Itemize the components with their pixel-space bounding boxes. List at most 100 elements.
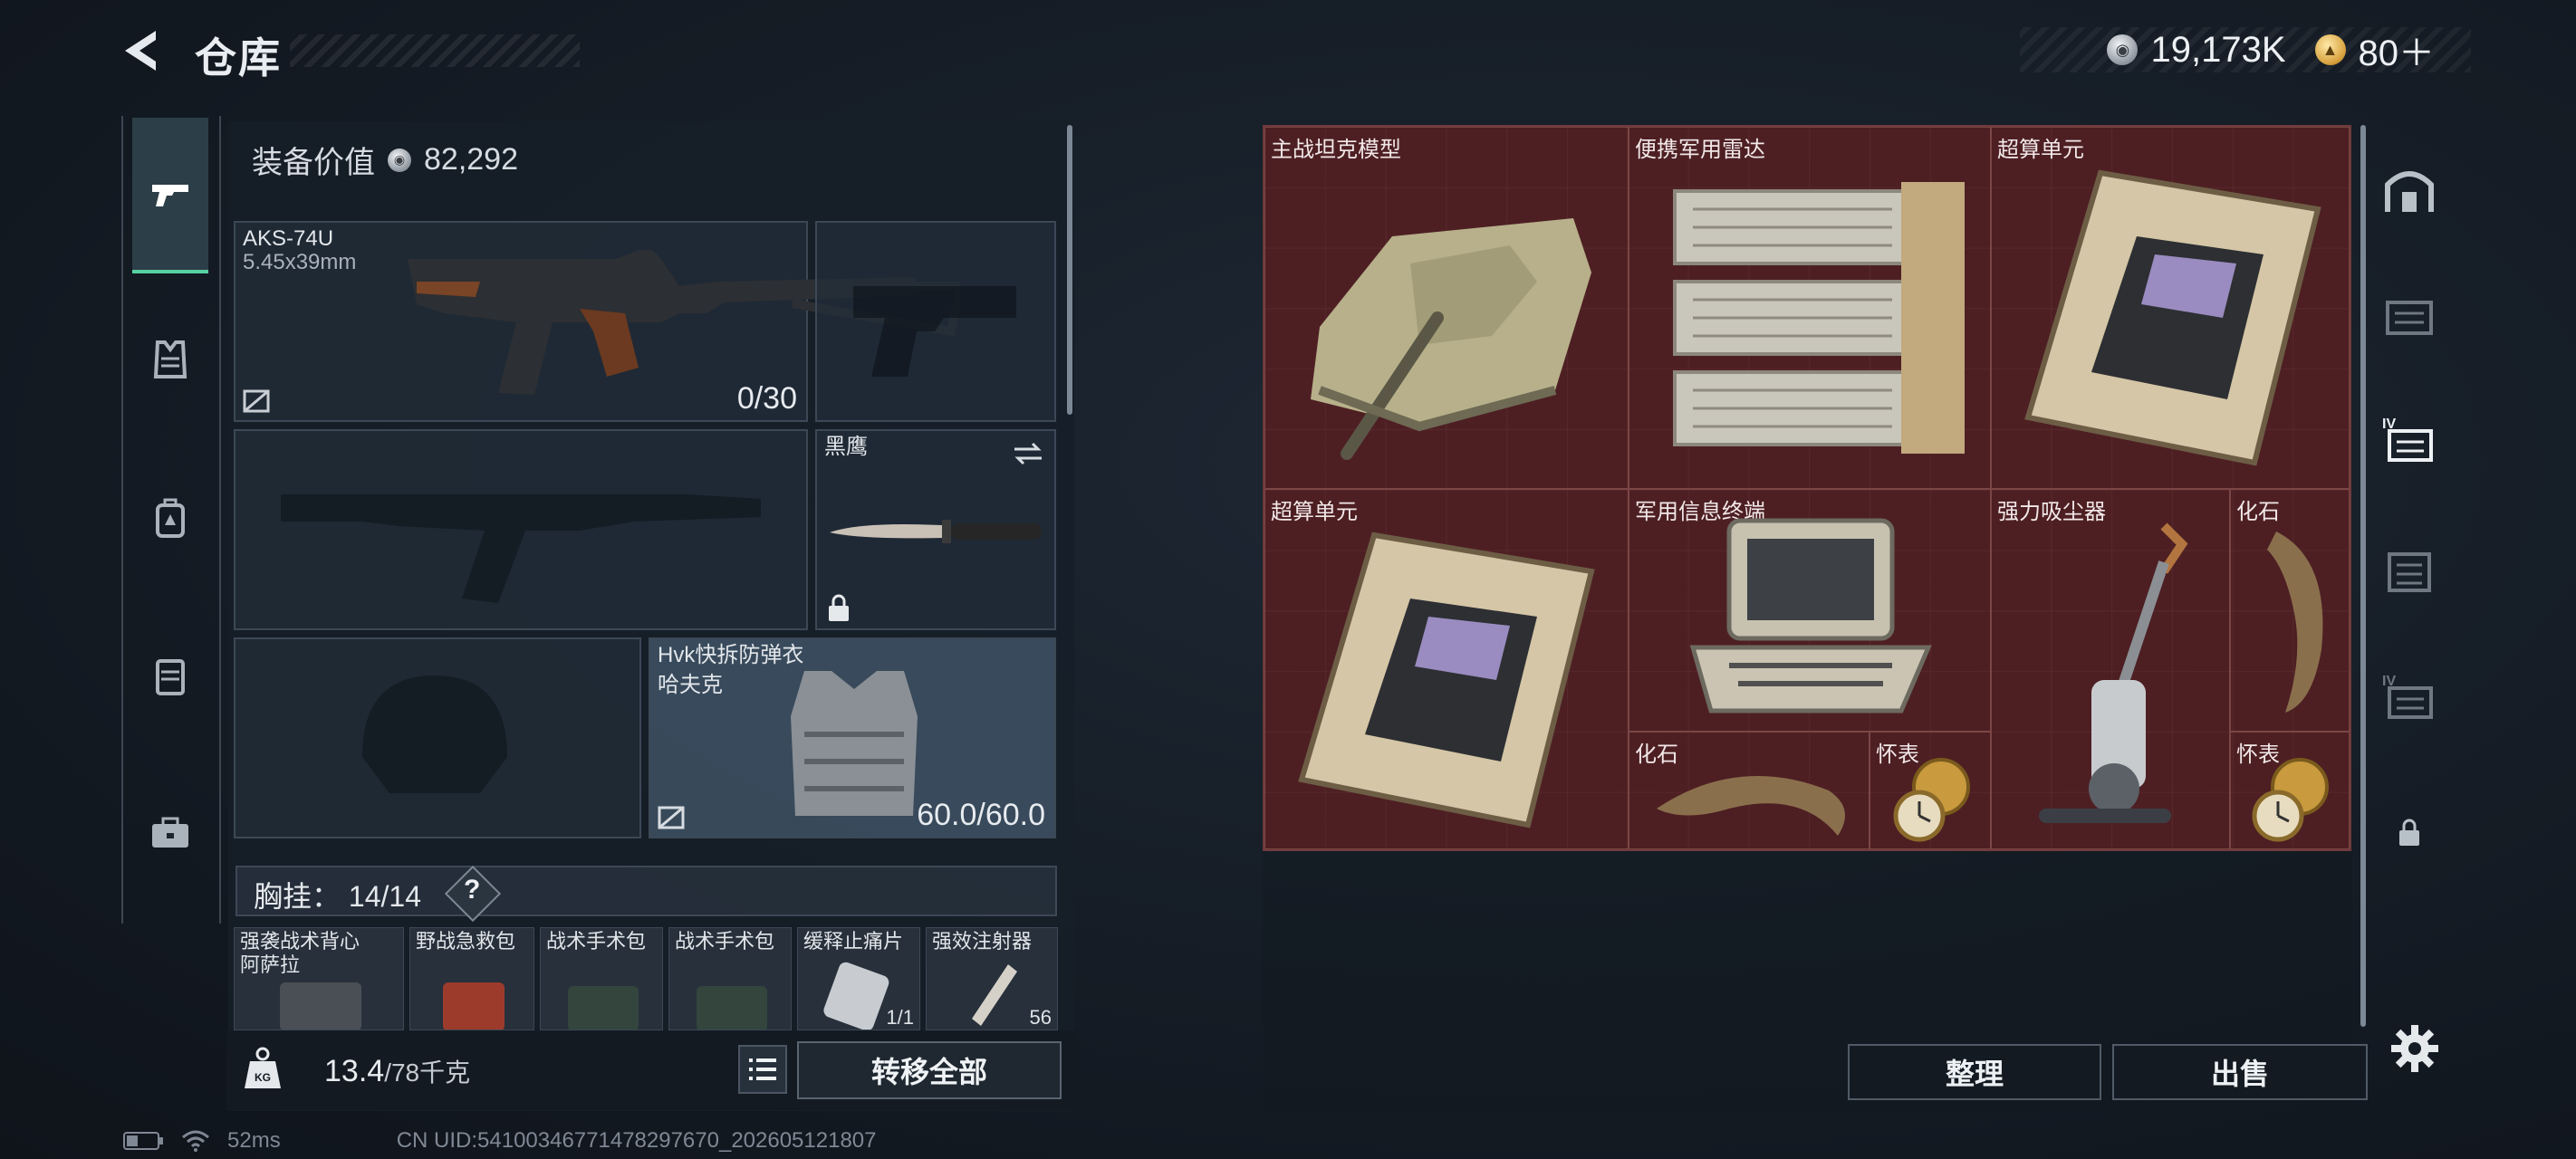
stash-item-radar[interactable]: 便携军用雷达 [1629, 127, 1991, 489]
weight-kg-icon: KG [245, 1047, 281, 1088]
melee-slot[interactable]: 黑鹰 [815, 429, 1056, 630]
carry-weight-value: 13.4 [324, 1054, 385, 1088]
sort-button[interactable]: 整理 [1848, 1044, 2101, 1100]
compute-unit-icon [2024, 169, 2321, 466]
stash-tab-iv-active[interactable]: IV [2382, 417, 2437, 471]
no-insure-icon [243, 389, 270, 413]
rig-item-label: 战术手术包 [675, 930, 775, 953]
list-view-button[interactable] [738, 1045, 787, 1094]
vest-icon [153, 340, 187, 378]
svg-text:KG: KG [255, 1071, 271, 1084]
stash-item-tank-model[interactable]: 主战坦克模型 [1264, 127, 1629, 489]
rig-item-injector[interactable]: 强效注射器 56 [926, 927, 1058, 1030]
equipment-value-amount: 82,292 [424, 142, 518, 177]
stash-item-fossil-1[interactable]: 化石 [2230, 489, 2350, 732]
rig-item-label: 强效注射器 [932, 930, 1033, 953]
first-aid-kit-icon [443, 982, 505, 1030]
primary-weapon-ammo-count: 0/30 [736, 381, 797, 416]
tab-weapons[interactable] [132, 118, 208, 273]
injector-icon [972, 964, 1017, 1026]
pocket-watch-icon [1893, 758, 1970, 842]
military-terminal-icon [1689, 518, 1932, 714]
secondary-weapon-slot[interactable] [234, 429, 808, 630]
backpack-icon [156, 498, 185, 538]
rig-item-surgical-1[interactable]: 战术手术包 [540, 927, 663, 1030]
surgical-kit-icon [697, 986, 767, 1030]
stash-item-supercomputer-2[interactable]: 超算单元 [1264, 489, 1629, 849]
tab-backpack[interactable] [132, 480, 208, 556]
rig-item-label: 缓释止痛片 [803, 930, 904, 953]
help-question-mark: ? [464, 875, 481, 905]
stash-tab-2[interactable] [2382, 290, 2437, 344]
gold-balance[interactable]: 80＋ [2359, 24, 2436, 76]
stash-item-pocket-watch-1[interactable]: 怀表 [1870, 732, 1991, 849]
stash-tab-iv-locked[interactable]: IV [2382, 674, 2437, 728]
fossil-claw-icon [1657, 776, 1845, 836]
swap-arrows-icon[interactable] [1011, 440, 1045, 467]
rig-item-count: 56 [1029, 1006, 1052, 1029]
rig-item-label: 战术手术包 [546, 930, 647, 953]
chest-rig-capacity: 14/14 [348, 880, 421, 913]
melee-name: 黑鹰 [824, 435, 868, 459]
stash-item-supercomputer-1[interactable]: 超算单元 [1991, 127, 2350, 489]
rifle-silhouette-icon [281, 494, 761, 603]
tab-container[interactable] [132, 637, 208, 714]
primary-weapon-name: AKS-74U [243, 226, 334, 251]
stash-item-info-terminal[interactable]: 军用信息终端 [1629, 489, 1991, 732]
armor-slot[interactable]: Hvk快拆防弹衣 哈夫克 60.0/60.0 [649, 637, 1056, 838]
equipment-value: 装备价值 ◉ 82,292 [252, 138, 518, 182]
gold-coin-icon: ▲ [2314, 34, 2346, 65]
rig-item-label: 强袭战术背心 [240, 930, 360, 953]
primary-weapon-slot[interactable]: AKS-74U 5.45x39mm 0/30 [234, 221, 960, 422]
helmet-silhouette-icon [362, 675, 507, 793]
stash-item-vacuum[interactable]: 强力吸尘器 [1991, 489, 2230, 849]
rig-item-surgical-2[interactable]: 战术手术包 [668, 927, 792, 1030]
gear-icon[interactable] [2388, 1021, 2442, 1076]
silver-coin-icon: ◉ [2107, 34, 2139, 65]
stash-tab-home[interactable] [2382, 163, 2437, 217]
pill-blister-icon [823, 962, 889, 1030]
ping-value: 52ms [227, 1128, 281, 1153]
stash-tab-4[interactable] [2382, 545, 2437, 599]
list-icon [749, 1058, 776, 1080]
tank-model-icon [1311, 218, 1591, 460]
briefcase-icon [152, 817, 188, 848]
stash-item-pocket-watch-2[interactable]: 怀表 [2230, 732, 2350, 849]
compute-unit-icon [1298, 532, 1595, 829]
loadout-scrollbar[interactable] [1067, 125, 1072, 415]
portable-radar-icon [1673, 182, 1965, 454]
knife-icon [830, 520, 1042, 543]
pistol-icon [152, 185, 188, 206]
helmet-slot[interactable] [234, 637, 641, 838]
lock-icon [829, 594, 849, 621]
currency-bar: ◉ 19,173K ▲ 80＋ [2020, 27, 2471, 73]
carry-weight: 13.4/78千克 [324, 1053, 470, 1089]
armor-brand: 哈夫克 [658, 673, 723, 697]
title-decoration [290, 34, 580, 67]
vacuum-cleaner-icon [2039, 522, 2188, 823]
back-arrow-icon[interactable] [116, 25, 167, 76]
transfer-all-button[interactable]: 转移全部 [797, 1041, 1062, 1099]
stash-item-fossil-2[interactable]: 化石 [1629, 732, 1870, 849]
silver-coin-icon: ◉ [388, 148, 411, 172]
carry-weight-max: /78千克 [384, 1058, 471, 1087]
case-icon [156, 659, 185, 695]
tab-armor[interactable] [132, 322, 208, 398]
stash-page-icon [2388, 552, 2431, 592]
rig-item-painkiller[interactable]: 缓释止痛片 1/1 [797, 927, 920, 1030]
body-armor-icon [791, 671, 918, 816]
sell-button[interactable]: 出售 [2112, 1044, 2368, 1100]
stash-scrollbar[interactable] [2360, 125, 2366, 1027]
silver-balance: 19,173K [2150, 29, 2286, 70]
lock-icon [2399, 819, 2419, 846]
rig-item-vest[interactable]: 强袭战术背心 阿萨拉 [234, 927, 404, 1030]
primary-weapon-ammo: 5.45x39mm [243, 250, 357, 274]
fossil-claw-icon [2267, 532, 2323, 713]
sidearm-slot[interactable] [815, 221, 1056, 422]
stash-page-icon [2386, 301, 2433, 335]
rig-item-firstaid[interactable]: 野战急救包 [409, 927, 534, 1030]
chest-rig-title: 胸挂： [254, 880, 341, 913]
pocket-watch-icon [2252, 758, 2329, 842]
tab-toolbox[interactable] [132, 795, 208, 871]
stash-tab-locked[interactable] [2382, 806, 2437, 860]
